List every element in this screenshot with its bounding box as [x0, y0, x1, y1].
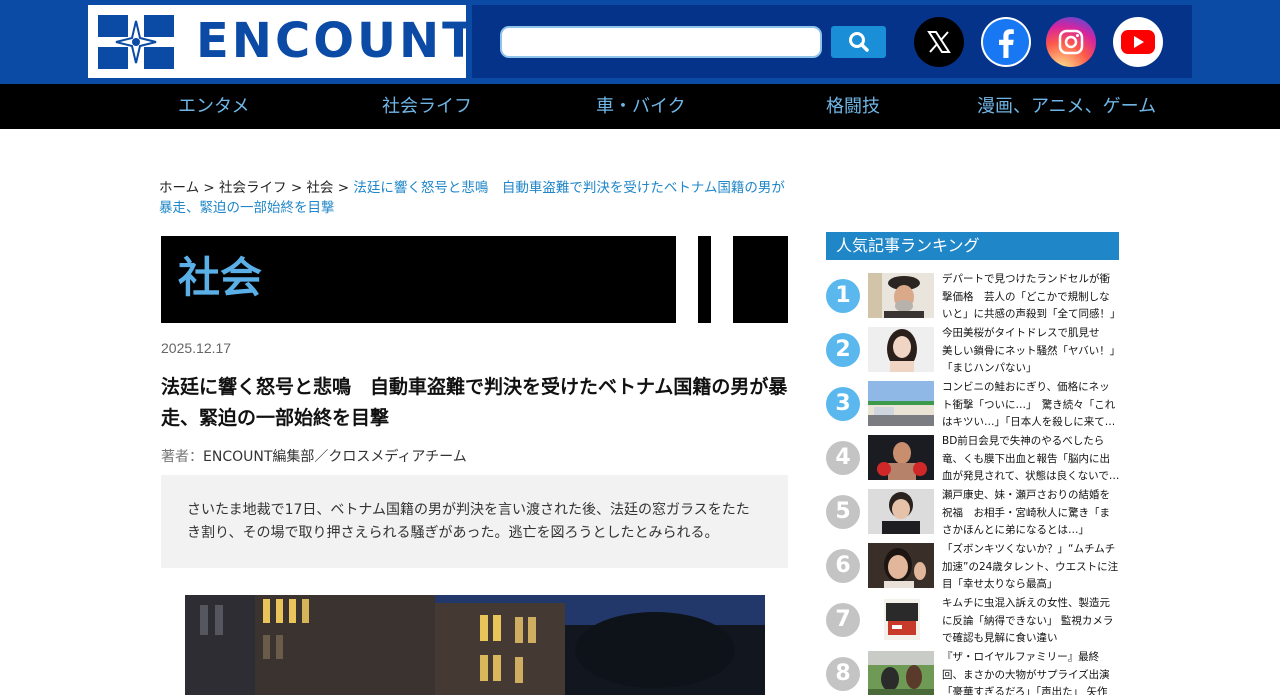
- banner-stripe: [711, 236, 733, 323]
- youtube-icon: [1121, 30, 1155, 54]
- facebook-icon: [983, 19, 1029, 65]
- x-social-link[interactable]: [914, 17, 964, 67]
- ranking-thumbnail: [868, 381, 934, 426]
- ranking-headline: BD前日会見で失神のやるべしたら竜、くも膜下出血と報告「脳内に出血が発見されて、…: [942, 435, 1120, 482]
- search-button[interactable]: [831, 26, 886, 58]
- ranking-thumbnail: [868, 597, 934, 642]
- ranking-headline: 「ズボンキツくないか？」“ムチムチ加速”の24歳タレント、ウエストに注目「幸せ太…: [942, 543, 1119, 590]
- nav-item-manga-anime-games[interactable]: 漫画、アニメ、ゲーム: [977, 84, 1156, 129]
- ranking-thumbnail: [868, 273, 934, 318]
- article-photo: [185, 595, 765, 695]
- banner-stripe: [676, 236, 698, 323]
- instagram-icon: [1058, 29, 1084, 55]
- ranking-item[interactable]: 1 デパートで見つけたランドセルが衝撃価格 芸人の「どこかで規制しないと」に共感…: [826, 273, 1126, 323]
- rank-number: 4: [826, 441, 860, 475]
- courthouse-photo-image: [185, 595, 765, 695]
- ranking-item[interactable]: 2 今田美桜がタイトドレスで肌見せ 美しい鎖骨にネット騒然「ヤバい！」「まじハン…: [826, 327, 1126, 377]
- rank-number: 8: [826, 657, 860, 691]
- ranking-item[interactable]: 8 『ザ・ロイヤルファミリー』最終回、まさかの大物がサプライズ出演「豪華すぎるだ…: [826, 651, 1126, 695]
- nav-item-cars-bikes[interactable]: 車・バイク: [596, 84, 686, 129]
- ranking-thumbnail: [868, 489, 934, 534]
- youtube-social-link[interactable]: [1113, 17, 1163, 67]
- ranking-thumbnail: [868, 543, 934, 588]
- ranking-headline: 瀬戸康史、妹・瀬戸さおりの結婚を祝福 お相手・宮崎秋人に驚き「まさかほんとに弟に…: [942, 489, 1110, 536]
- site-logo[interactable]: ENCOUNT: [88, 5, 475, 78]
- ranking-headline: デパートで見つけたランドセルが衝撃価格 芸人の「どこかで規制しないと」に共感の声…: [942, 273, 1120, 320]
- logo-mark-icon: [96, 11, 176, 73]
- ranking-thumbnail: [868, 435, 934, 480]
- ranking-thumbnail: [868, 327, 934, 372]
- site-header: ENCOUNT: [0, 0, 1280, 84]
- ranking-headline: 『ザ・ロイヤルファミリー』最終回、まさかの大物がサプライズ出演「豪華すぎるだろ」…: [942, 651, 1110, 695]
- ranking-item[interactable]: 6 「ズボンキツくないか？」“ムチムチ加速”の24歳タレント、ウエストに注目「幸…: [826, 543, 1126, 593]
- breadcrumb-separator: >: [290, 180, 303, 196]
- category-label: 社会: [178, 253, 263, 302]
- logo-text: ENCOUNT: [196, 13, 478, 69]
- search-input[interactable]: [500, 26, 822, 58]
- ranking-item[interactable]: 3 コンビニの鮭おにぎり、価格にネット衝撃「ついに…」 驚き続々「これはキツい……: [826, 381, 1126, 431]
- breadcrumb-separator: >: [337, 180, 350, 196]
- rank-number: 1: [826, 279, 860, 313]
- search-icon: [848, 32, 869, 52]
- breadcrumb-society[interactable]: 社会: [306, 180, 333, 196]
- breadcrumb-home[interactable]: ホーム: [159, 180, 199, 196]
- article-date: 2025.12.17: [161, 340, 232, 356]
- breadcrumb-separator: >: [203, 180, 215, 196]
- facebook-social-link[interactable]: [981, 17, 1031, 67]
- nav-item-entertainment[interactable]: エンタメ: [178, 84, 249, 129]
- ranking-item[interactable]: 4 BD前日会見で失神のやるべしたら竜、くも膜下出血と報告「脳内に出血が発見され…: [826, 435, 1126, 485]
- rank-number: 5: [826, 495, 860, 529]
- breadcrumb-society-life[interactable]: 社会ライフ: [219, 180, 287, 196]
- ranking-item[interactable]: 7 キムチに虫混入訴えの女性、製造元に反論「納得できない」 監視カメラで確認も見…: [826, 597, 1126, 647]
- rank-number: 2: [826, 333, 860, 367]
- author-prefix: 著者：: [161, 449, 203, 465]
- rank-number: 7: [826, 603, 860, 637]
- nav-item-society-life[interactable]: 社会ライフ: [382, 84, 472, 129]
- nav-item-martial-arts[interactable]: 格闘技: [826, 84, 880, 129]
- ranking-headline: コンビニの鮭おにぎり、価格にネット衝撃「ついに…」 驚き続々「これはキツい…」「…: [942, 381, 1116, 428]
- article-title: 法廷に響く怒号と悲鳴 自動車盗難で判決を受けたベトナム国籍の男が暴走、緊迫の一部…: [161, 376, 788, 429]
- category-banner: 社会: [161, 236, 788, 323]
- article-summary: さいたま地裁で17日、ベトナム国籍の男が判決を言い渡された後、法廷の窓ガラスをた…: [161, 475, 788, 568]
- main-nav: エンタメ 社会ライフ 車・バイク 格闘技 漫画、アニメ、ゲーム: [0, 84, 1280, 129]
- x-icon: [927, 31, 951, 53]
- author-name: ENCOUNT編集部／クロスメディアチーム: [203, 449, 467, 465]
- ranking-header: 人気記事ランキング: [826, 232, 1119, 260]
- ranking-item[interactable]: 5 瀬戸康史、妹・瀬戸さおりの結婚を祝福 お相手・宮崎秋人に驚き「まさかほんとに…: [826, 489, 1126, 539]
- ranking-headline: キムチに虫混入訴えの女性、製造元に反論「納得できない」 監視カメラで確認も見解に…: [942, 597, 1114, 644]
- instagram-social-link[interactable]: [1046, 17, 1096, 67]
- page: ENCOUNT エンタメ 社会ライフ 車・バイク 格闘技 漫画、アニメ、ゲーム …: [0, 0, 1280, 695]
- rank-number: 3: [826, 387, 860, 421]
- rank-number: 6: [826, 549, 860, 583]
- summary-text: さいたま地裁で17日、ベトナム国籍の男が判決を言い渡された後、法廷の窓ガラスをた…: [187, 502, 750, 541]
- ranking-headline: 今田美桜がタイトドレスで肌見せ 美しい鎖骨にネット騒然「ヤバい！」「まじハンパな…: [942, 327, 1116, 374]
- article-author: 著者：ENCOUNT編集部／クロスメディアチーム: [161, 446, 467, 466]
- ranking-thumbnail: [868, 651, 934, 695]
- breadcrumb: ホーム > 社会ライフ > 社会 > 法廷に響く怒号と悲鳴 自動車盗難で判決を受…: [159, 178, 789, 218]
